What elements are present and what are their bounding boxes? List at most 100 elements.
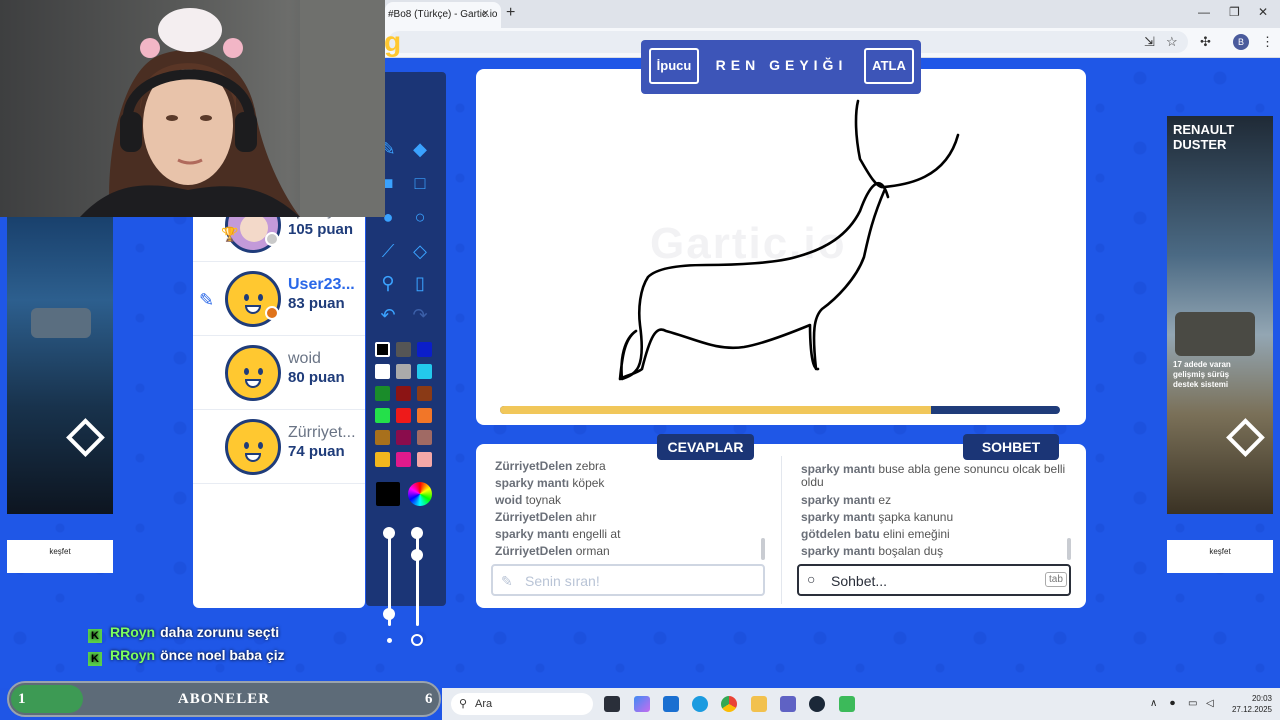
color-swatch[interactable]	[375, 386, 390, 401]
copilot-icon[interactable]	[634, 696, 650, 712]
color-swatch[interactable]	[375, 408, 390, 423]
chat-scrollbar[interactable]	[1067, 538, 1071, 560]
edge-icon[interactable]	[692, 696, 708, 712]
secret-word: REN GEYIĞI	[715, 57, 848, 73]
color-swatch[interactable]	[396, 342, 411, 357]
teams-icon[interactable]	[780, 696, 796, 712]
skip-button[interactable]: ATLA	[864, 48, 914, 84]
outlook-icon[interactable]	[663, 696, 679, 712]
color-swatch[interactable]	[417, 408, 432, 423]
answers-tab[interactable]: CEVAPLAR	[657, 434, 754, 460]
status-dot	[265, 232, 279, 246]
slider-knob[interactable]	[411, 527, 423, 539]
chat-message: sparky mantı şapka kanunu	[801, 510, 954, 524]
menu-icon[interactable]: ⋮	[1261, 34, 1274, 50]
player-score: 74 puan	[288, 443, 345, 460]
color-swatch[interactable]	[417, 386, 432, 401]
player-row[interactable]: ✎ User23... 83 puan	[193, 262, 365, 336]
tray-chevron-icon[interactable]: ∧	[1150, 698, 1157, 709]
app-icon[interactable]	[839, 696, 855, 712]
renault-logo-icon: ◇	[67, 408, 104, 461]
slider-knob[interactable]	[383, 527, 395, 539]
streamer-image	[80, 0, 385, 217]
slider-knob[interactable]	[383, 608, 395, 620]
steam-icon[interactable]	[809, 696, 825, 712]
left-ad-footer[interactable]: keşfet	[7, 540, 113, 573]
color-swatch[interactable]	[396, 408, 411, 423]
color-swatch[interactable]	[375, 452, 390, 467]
tab-close-icon[interactable]: ×	[482, 6, 489, 20]
player-score: 105 puan	[288, 221, 354, 238]
color-swatch[interactable]	[375, 430, 390, 445]
chat-input[interactable]: ○ Sohbet... tab	[797, 564, 1071, 596]
color-swatch[interactable]	[396, 430, 411, 445]
ad-text: 17 adede varan gelişmiş sürüş destek sis…	[1173, 360, 1231, 389]
rectangle-icon[interactable]: □	[404, 168, 436, 198]
hint-button[interactable]: İpucu	[649, 48, 699, 84]
task-view-icon[interactable]	[604, 696, 620, 712]
player-row[interactable]: Zürriyet... 74 puan	[193, 410, 365, 484]
color-swatch[interactable]	[396, 364, 411, 379]
chat-tab[interactable]: SOHBET	[963, 434, 1059, 460]
taskbar-search[interactable]: ⚲ Ara	[451, 693, 593, 715]
bookmark-star-icon[interactable]: ☆	[1166, 34, 1178, 50]
right-ad-footer[interactable]: keşfet	[1167, 540, 1273, 573]
player-score: 83 puan	[288, 295, 345, 312]
network-icon[interactable]: ▭	[1188, 698, 1197, 709]
minimize-icon[interactable]: —	[1198, 5, 1210, 19]
player-list: 🏆 sparky ... 105 puan ✎ User23... 83 pua…	[193, 158, 365, 608]
status-dot	[265, 306, 279, 320]
search-icon: ○	[807, 571, 816, 587]
drawing-canvas[interactable]: Gartic.io	[476, 69, 1086, 425]
gartic-logo-icon[interactable]: g	[384, 28, 410, 56]
player-name: woid	[288, 350, 321, 367]
overlay-chat-line: K RRoyn daha zorunu seçti	[88, 624, 279, 643]
overlay-chat-line: K RRoyn önce noel baba çiz	[88, 647, 285, 666]
answers-scrollbar[interactable]	[761, 538, 765, 560]
volume-icon[interactable]: ◁	[1206, 698, 1214, 709]
player-name: User23...	[288, 276, 355, 293]
color-swatch[interactable]	[375, 364, 390, 379]
subscriber-goal-bar: 1 ABONELER 6	[7, 681, 441, 717]
color-swatch[interactable]	[396, 452, 411, 467]
slider-knob[interactable]	[411, 549, 423, 561]
timer-fill	[500, 406, 932, 414]
color-wheel-icon[interactable]	[408, 482, 432, 506]
file-explorer-icon[interactable]	[751, 696, 767, 712]
extensions-icon[interactable]: ✣	[1200, 34, 1211, 50]
redo-icon[interactable]: ↷	[404, 300, 436, 330]
ad-car-image	[1175, 312, 1255, 356]
eraser-icon[interactable]: ◇	[404, 236, 436, 266]
circle-icon[interactable]: ○	[404, 202, 436, 232]
taskbar-clock[interactable]: 20:03 27.12.2025	[1228, 693, 1272, 715]
chrome-icon[interactable]	[721, 696, 737, 712]
current-color[interactable]	[376, 482, 400, 506]
player-row[interactable]: woid 80 puan	[193, 336, 365, 410]
color-swatch[interactable]	[417, 452, 432, 467]
restore-icon[interactable]: ❐	[1229, 5, 1240, 19]
color-swatch[interactable]	[417, 364, 432, 379]
answer-placeholder: Senin sıran!	[525, 573, 600, 589]
avatar	[225, 419, 281, 475]
right-advertisement[interactable]: RENAULT DUSTER 17 adede varan gelişmiş s…	[1167, 116, 1273, 514]
page-icon[interactable]: ▯	[404, 268, 436, 298]
opacity-slider[interactable]	[416, 534, 419, 626]
answer-input[interactable]: ✎ Senin sıran!	[491, 564, 765, 596]
color-swatch[interactable]	[375, 342, 390, 357]
cast-icon[interactable]: ⇲	[1144, 34, 1155, 50]
profile-avatar[interactable]: B	[1233, 34, 1249, 50]
color-swatch[interactable]	[417, 342, 432, 357]
kick-icon: K	[88, 629, 102, 643]
chat-message: sparky mantı buse abla gene sonuncu olca…	[801, 462, 1066, 489]
fill-bucket-icon[interactable]: ◆	[404, 134, 436, 164]
new-tab-icon[interactable]: +	[506, 4, 515, 22]
eyedropper-icon[interactable]: ⚲	[372, 268, 404, 298]
line-icon[interactable]: ⟋	[372, 236, 404, 266]
subs-goal: 6	[425, 691, 433, 707]
microphone-icon[interactable]: ⏺	[1170, 698, 1175, 709]
color-swatch[interactable]	[417, 430, 432, 445]
color-swatch[interactable]	[396, 386, 411, 401]
pencil-icon: ✎	[501, 573, 513, 589]
undo-icon[interactable]: ↶	[372, 300, 404, 330]
window-close-icon[interactable]: ✕	[1258, 5, 1268, 19]
